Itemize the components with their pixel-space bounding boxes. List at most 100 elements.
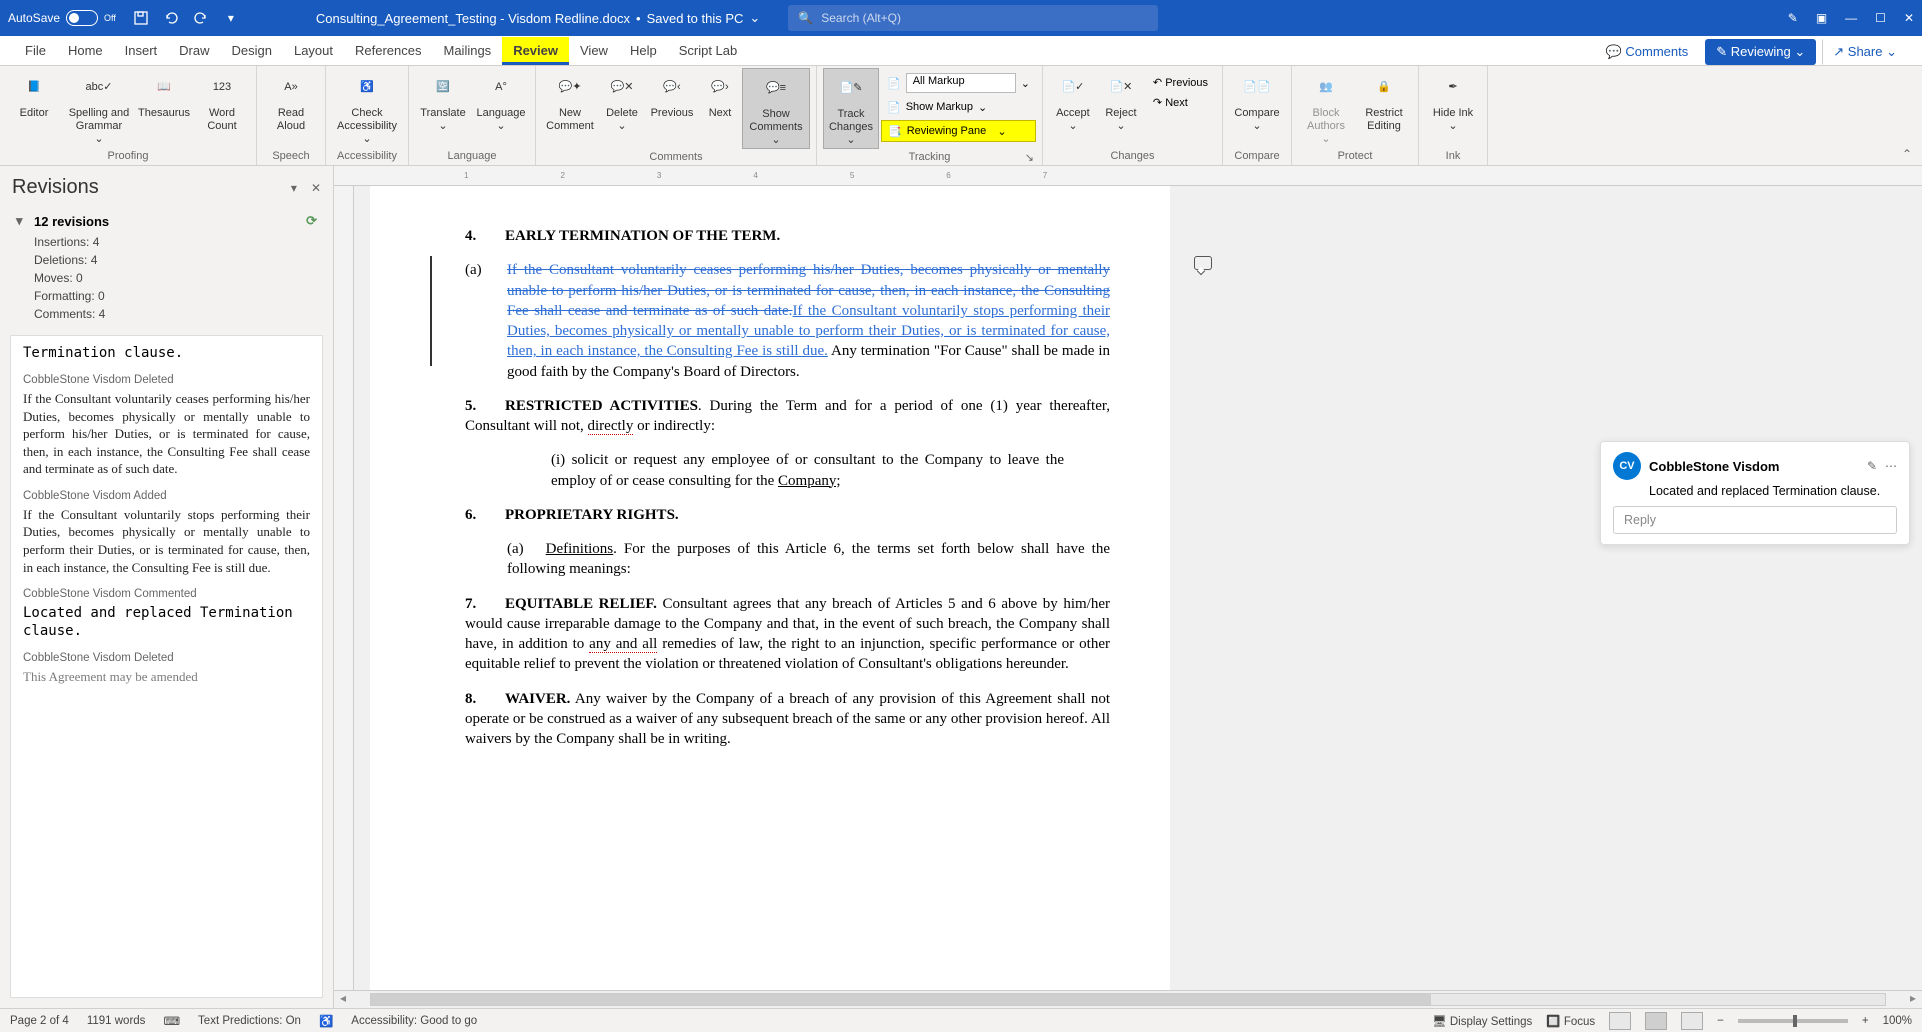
- tab-help[interactable]: Help: [619, 37, 668, 65]
- rev-item[interactable]: If the Consultant voluntarily ceases per…: [23, 390, 310, 478]
- translate-button[interactable]: 🈳Translate ⌄: [415, 68, 471, 133]
- revisions-list[interactable]: Termination clause. CobbleStone Visdom D…: [10, 335, 323, 998]
- horizontal-scrollbar[interactable]: ◂ ▸: [334, 990, 1922, 1008]
- group-proofing-label: Proofing: [6, 148, 250, 165]
- reply-input[interactable]: Reply: [1613, 506, 1897, 534]
- status-accessibility[interactable]: Accessibility: Good to go: [351, 1015, 477, 1027]
- translate-icon: 🈳: [427, 72, 459, 104]
- minimize-icon[interactable]: —: [1845, 11, 1857, 25]
- status-words[interactable]: 1191 words: [87, 1015, 146, 1027]
- rev-item[interactable]: Located and replaced Termination clause.: [23, 604, 310, 640]
- qat-dropdown-icon[interactable]: ▾: [217, 4, 245, 32]
- revisions-dropdown-icon[interactable]: ▾: [291, 181, 297, 195]
- close-icon[interactable]: ✕: [1904, 11, 1914, 25]
- horizontal-ruler[interactable]: 1234567: [334, 166, 1922, 186]
- delete-comment-button[interactable]: 💬✕Delete ⌄: [600, 68, 644, 133]
- tab-scriptlab[interactable]: Script Lab: [668, 37, 749, 65]
- status-predictions[interactable]: Text Predictions: On: [198, 1015, 301, 1027]
- restrict-editing-button[interactable]: 🔒Restrict Editing: [1356, 68, 1412, 133]
- tab-mailings[interactable]: Mailings: [433, 37, 503, 65]
- markup-dropdown[interactable]: 📄 All Markup ⌄: [881, 72, 1036, 94]
- thesaurus-button[interactable]: 📖Thesaurus: [136, 68, 192, 120]
- comment-menu-icon[interactable]: ⋯: [1885, 459, 1897, 473]
- s6-def: Definitions: [546, 541, 614, 557]
- stat-formatting: Formatting: 0: [16, 287, 317, 305]
- tab-view[interactable]: View: [569, 37, 619, 65]
- tab-review[interactable]: Review: [502, 37, 569, 65]
- track-changes-button[interactable]: 📄✎Track Changes ⌄: [823, 68, 879, 149]
- new-comment-button[interactable]: 💬✦New Comment: [542, 68, 598, 133]
- accessibility-button[interactable]: ♿Check Accessibility ⌄: [332, 68, 402, 147]
- section8-head: WAIVER.: [505, 691, 570, 707]
- prev-comment-button[interactable]: 💬‹Previous: [646, 68, 698, 120]
- compare-button[interactable]: 📄📄Compare ⌄: [1229, 68, 1285, 133]
- doc-save-status: Saved to this PC: [647, 11, 744, 26]
- pen-icon[interactable]: ✎: [1788, 11, 1798, 25]
- reviewing-pane-button[interactable]: 📑 Reviewing Pane ⌄: [881, 120, 1036, 142]
- web-layout-view[interactable]: [1681, 1012, 1703, 1030]
- hide-ink-icon: ✒: [1437, 72, 1469, 104]
- comments-button[interactable]: 💬 Comments: [1595, 39, 1700, 65]
- tab-home[interactable]: Home: [57, 37, 114, 65]
- save-icon[interactable]: [127, 4, 155, 32]
- section7-head: EQUITABLE RELIEF.: [505, 596, 657, 612]
- reject-button[interactable]: 📄✕Reject ⌄: [1099, 68, 1143, 133]
- tab-insert[interactable]: Insert: [114, 37, 169, 65]
- wordcount-button[interactable]: 123Word Count: [194, 68, 250, 133]
- tab-layout[interactable]: Layout: [283, 37, 344, 65]
- hide-ink-button[interactable]: ✒Hide Ink ⌄: [1425, 68, 1481, 133]
- zoom-level[interactable]: 100%: [1883, 1015, 1912, 1027]
- revisions-close-icon[interactable]: ✕: [311, 181, 321, 195]
- tab-design[interactable]: Design: [221, 37, 283, 65]
- rev-item-head: CobbleStone Visdom Commented: [23, 588, 310, 600]
- status-page[interactable]: Page 2 of 4: [10, 1015, 69, 1027]
- print-layout-view[interactable]: [1645, 1012, 1667, 1030]
- autosave-toggle[interactable]: AutoSave Off: [8, 10, 116, 26]
- collapse-ribbon-icon[interactable]: ⌃: [1892, 143, 1922, 165]
- edit-comment-icon[interactable]: ✎: [1867, 459, 1877, 473]
- spelling-button[interactable]: abc✓Spelling and Grammar ⌄: [64, 68, 134, 147]
- readaloud-button[interactable]: A»Read Aloud: [263, 68, 319, 133]
- zoom-slider[interactable]: [1738, 1019, 1848, 1023]
- reviewing-mode-button[interactable]: ✎ Reviewing ⌄: [1705, 39, 1816, 65]
- redo-icon[interactable]: [187, 4, 215, 32]
- comment-anchor-icon[interactable]: [1194, 256, 1212, 270]
- chevron-down-icon[interactable]: ⌄: [749, 10, 760, 26]
- refresh-icon[interactable]: ⟳: [306, 213, 317, 229]
- vertical-ruler[interactable]: [334, 186, 354, 990]
- zoom-out-icon[interactable]: −: [1717, 1015, 1724, 1027]
- tab-draw[interactable]: Draw: [168, 37, 220, 65]
- read-mode-view[interactable]: [1609, 1012, 1631, 1030]
- undo-icon[interactable]: [157, 4, 185, 32]
- rev-item[interactable]: Termination clause.: [23, 344, 310, 362]
- rev-item[interactable]: This Agreement may be amended: [23, 668, 310, 686]
- share-button[interactable]: ↗ Share ⌄: [1822, 39, 1908, 65]
- display-settings-button[interactable]: 🖥 Display Settings: [1432, 1014, 1532, 1028]
- maximize-icon[interactable]: ☐: [1875, 11, 1886, 25]
- show-markup-button[interactable]: 📄 Show Markup ⌄: [881, 96, 1036, 118]
- revisions-pane: Revisions ▾ ✕ 12 revisions ⟳ Insertions:…: [0, 166, 334, 1008]
- zoom-in-icon[interactable]: +: [1862, 1015, 1869, 1027]
- status-bar: Page 2 of 4 1191 words ⌨ Text Prediction…: [0, 1008, 1922, 1032]
- stat-deletions: Deletions: 4: [16, 251, 317, 269]
- comment-author: CobbleStone Visdom: [1649, 459, 1859, 474]
- s5-company: Company;: [778, 473, 841, 489]
- tab-file[interactable]: File: [14, 37, 57, 65]
- editor-button[interactable]: 📘Editor: [6, 68, 62, 120]
- ribbon: 📘Editor abc✓Spelling and Grammar ⌄ 📖Thes…: [0, 66, 1922, 166]
- comment-card[interactable]: CV CobbleStone Visdom ✎ ⋯ Located and re…: [1600, 441, 1910, 545]
- rev-item[interactable]: If the Consultant voluntarily stops perf…: [23, 506, 310, 576]
- prev-change-button[interactable]: ↶ Previous: [1145, 74, 1216, 91]
- tab-references[interactable]: References: [344, 37, 432, 65]
- document-page[interactable]: 4.EARLY TERMINATION OF THE TERM. (a)If t…: [370, 186, 1170, 990]
- language-button[interactable]: A°Language ⌄: [473, 68, 529, 133]
- search-input[interactable]: 🔍 Search (Alt+Q): [788, 5, 1158, 31]
- focus-button[interactable]: 🔲 Focus: [1546, 1014, 1595, 1028]
- accept-button[interactable]: 📄✓Accept ⌄: [1049, 68, 1097, 133]
- section6-head: PROPRIETARY RIGHTS.: [505, 507, 679, 523]
- accessibility-icon: ♿: [351, 72, 383, 104]
- show-comments-button[interactable]: 💬≡Show Comments ⌄: [742, 68, 810, 149]
- next-comment-button[interactable]: 💬›Next: [700, 68, 740, 120]
- next-change-button[interactable]: ↷ Next: [1145, 94, 1216, 111]
- window-icon[interactable]: ▣: [1816, 11, 1827, 25]
